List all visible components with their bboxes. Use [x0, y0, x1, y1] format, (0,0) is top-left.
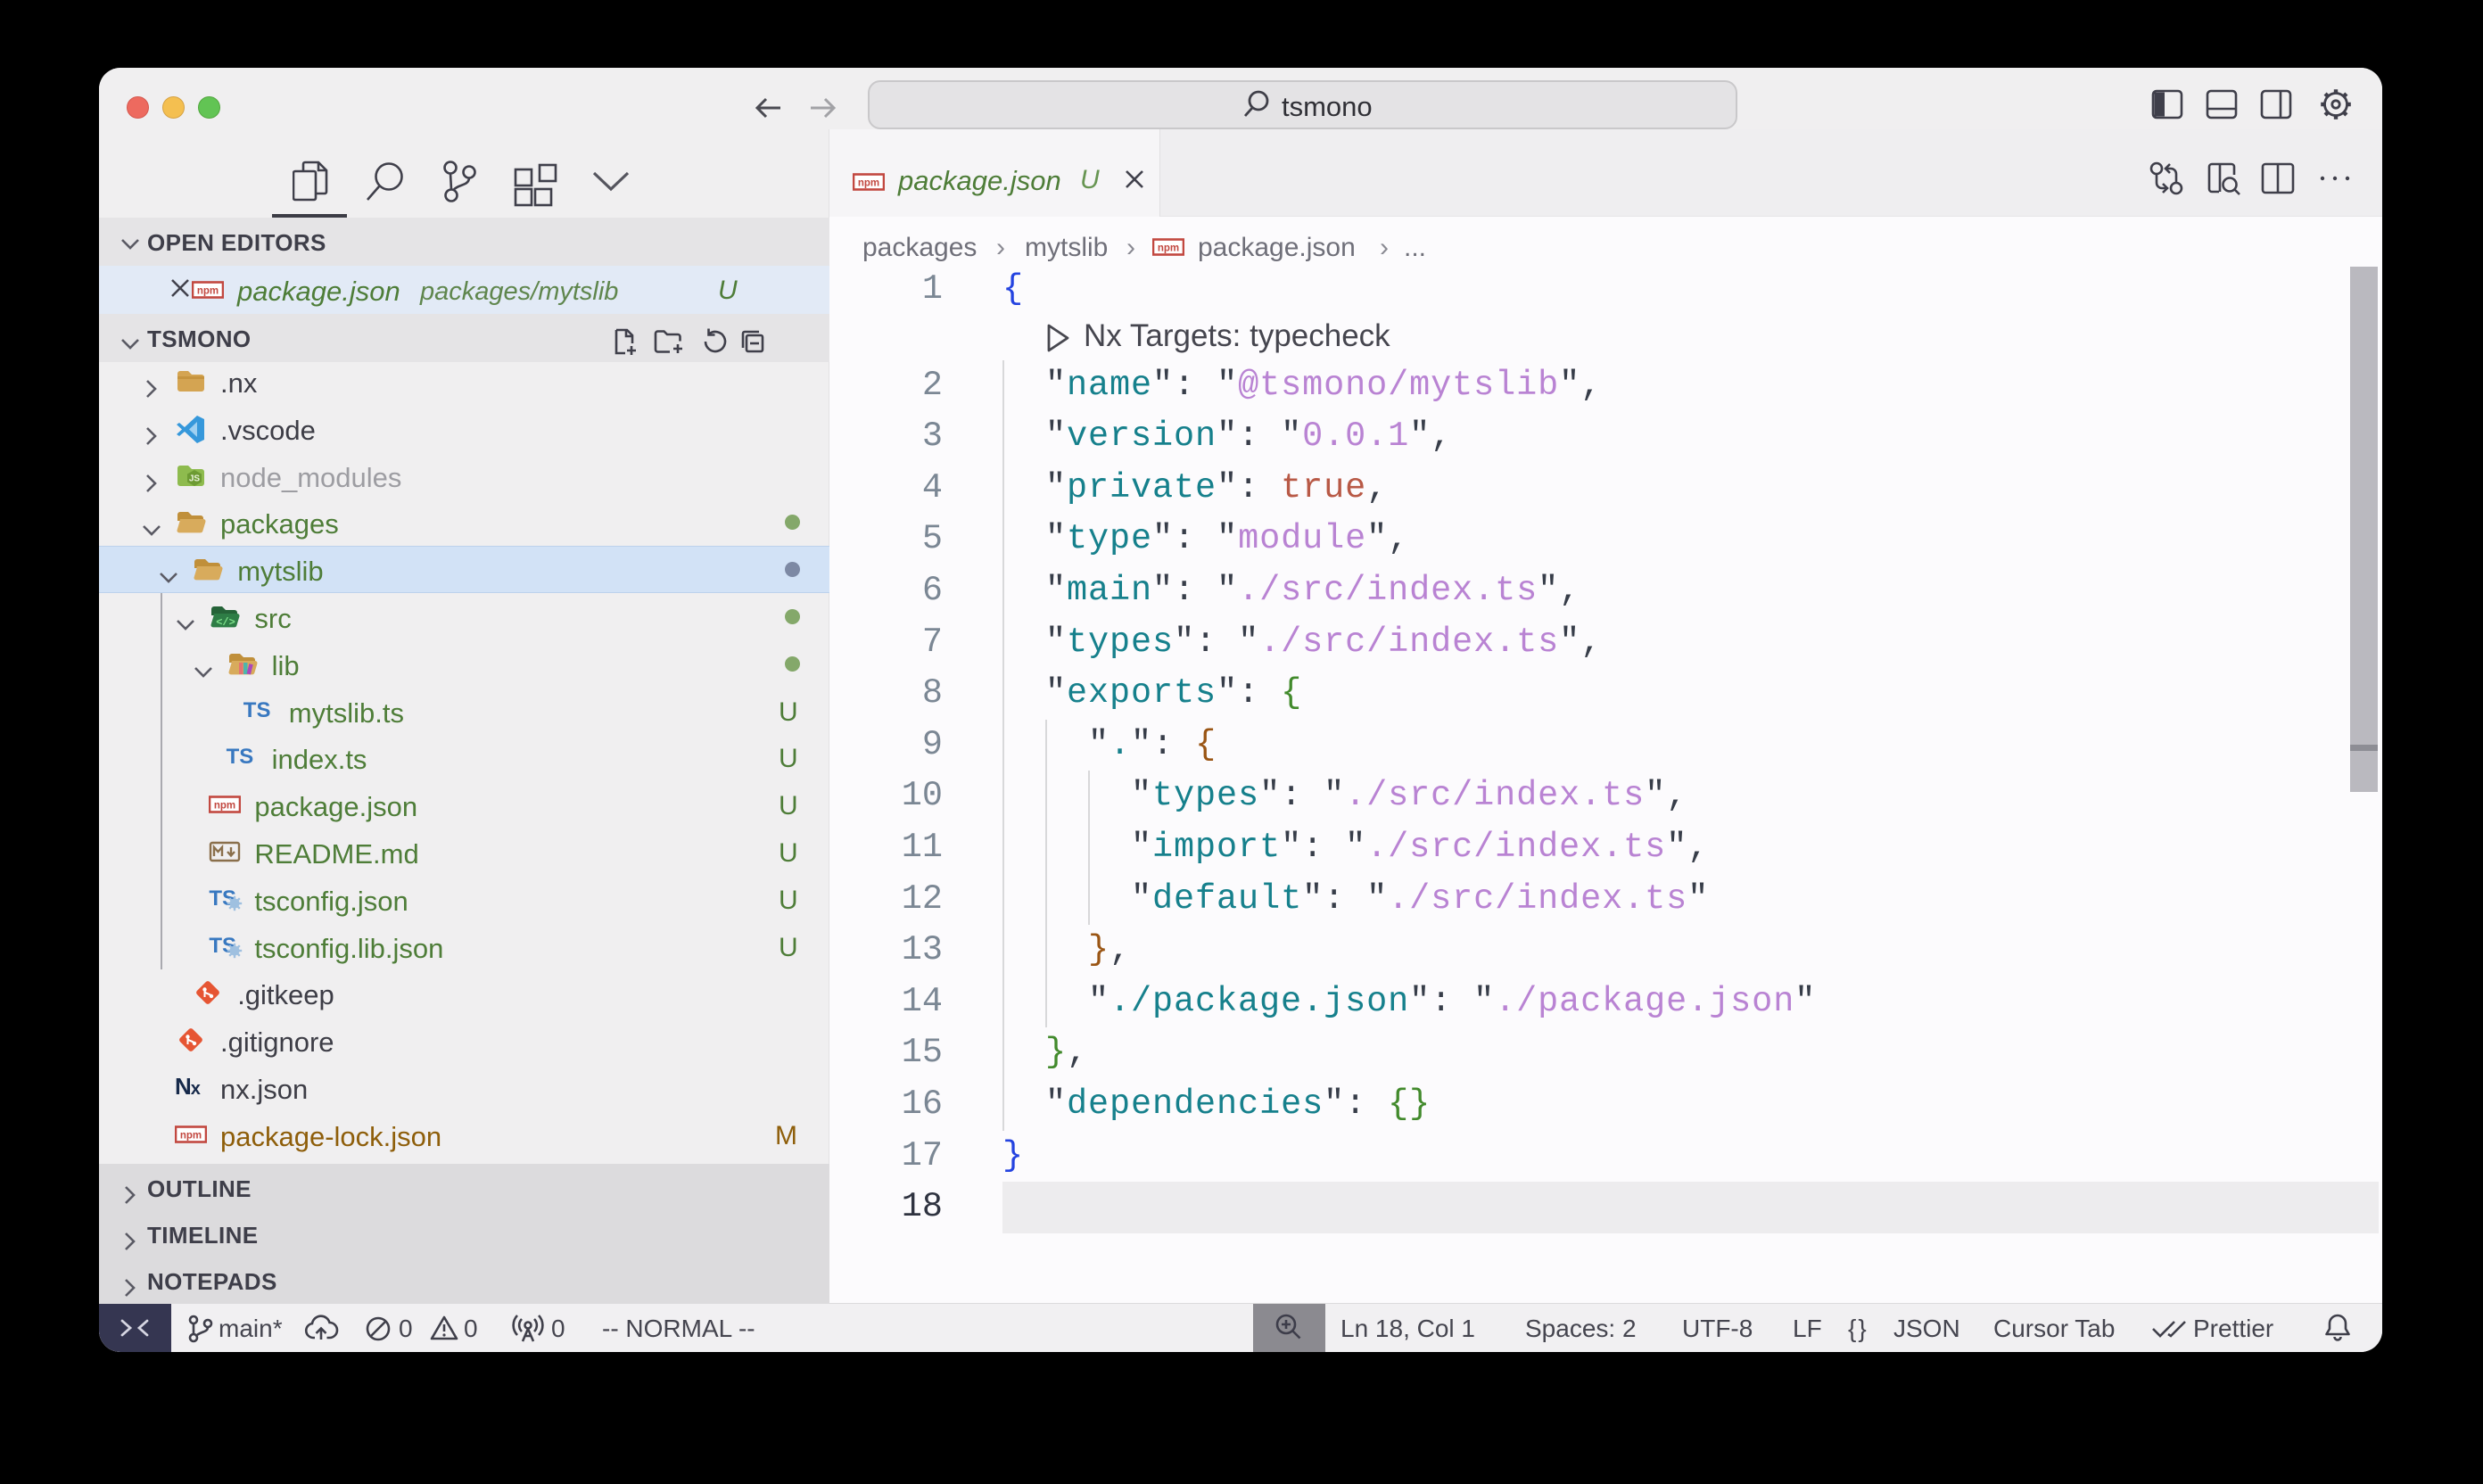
svg-text:JS: JS [189, 474, 201, 483]
svg-text:npm: npm [1158, 243, 1179, 254]
svg-text:npm: npm [197, 286, 219, 297]
svg-text:npm: npm [180, 1130, 202, 1141]
svg-text:npm: npm [214, 801, 235, 812]
svg-text:</>: </> [217, 616, 236, 629]
svg-text:npm: npm [858, 178, 879, 189]
